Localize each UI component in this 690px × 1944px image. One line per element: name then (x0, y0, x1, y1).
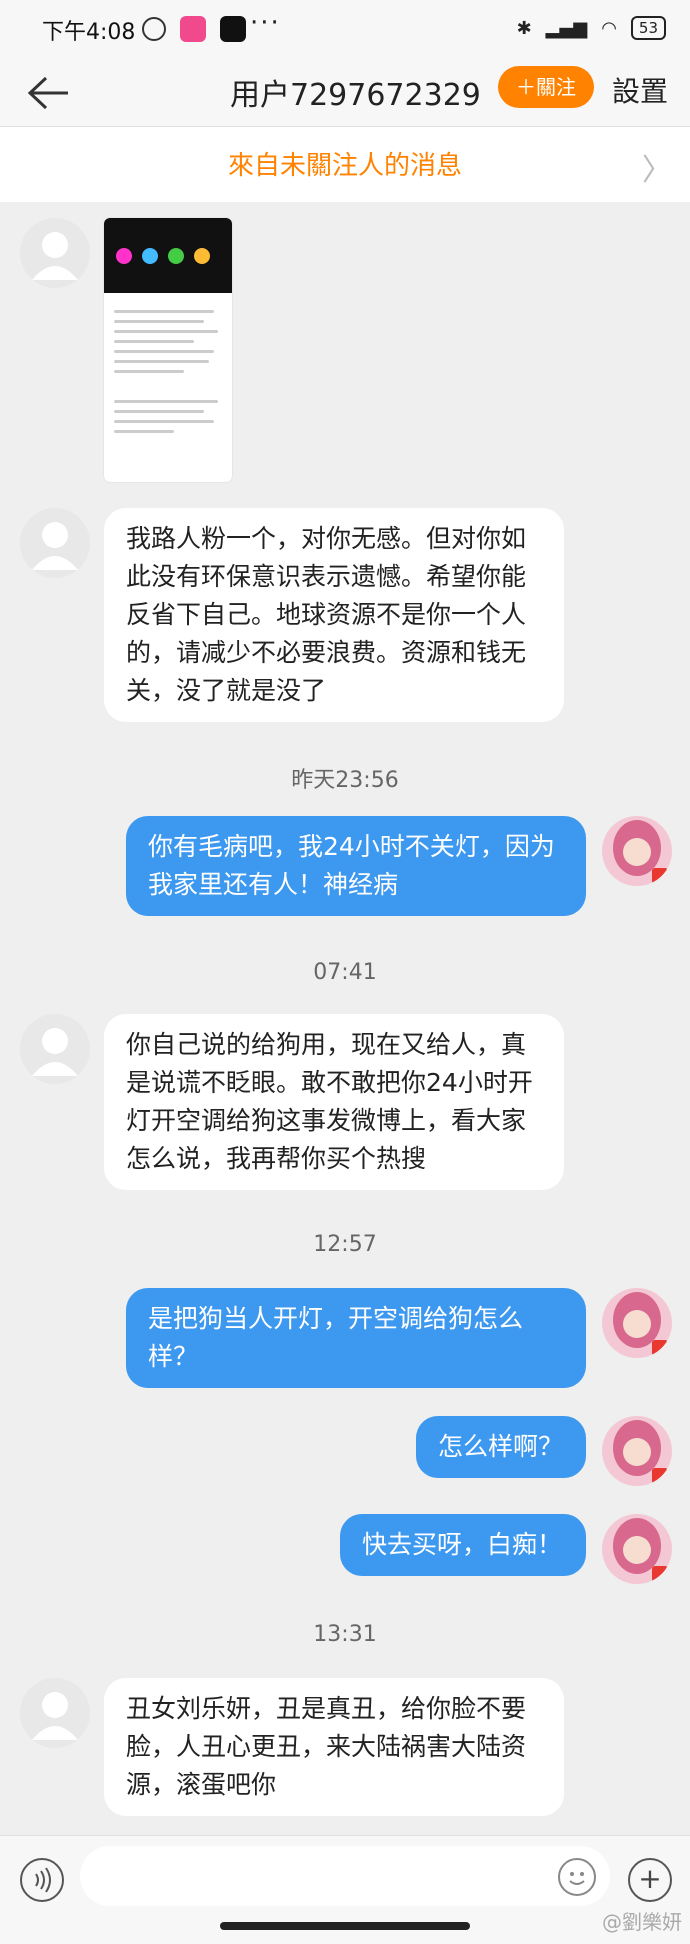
thumb-text-line (114, 340, 194, 343)
add-attachment-icon[interactable]: + (628, 1858, 672, 1902)
message-timestamp: 07:41 (313, 960, 377, 985)
thumb-text-line (114, 330, 218, 333)
sender-avatar[interactable] (20, 508, 90, 578)
status-time: 下午4:08 (42, 20, 136, 45)
more-notifications-icon: ··· (250, 8, 281, 38)
chevron-right-icon: 〉 (642, 153, 672, 188)
thumb-text-line (114, 410, 204, 413)
back-arrow-icon[interactable] (26, 76, 70, 114)
thumb-text-line (114, 360, 209, 363)
thumb-text-line (114, 320, 204, 323)
thumb-icon (168, 248, 184, 264)
sender-avatar[interactable] (20, 1678, 90, 1748)
bluetooth-icon: ✱ (516, 17, 532, 39)
status-bar: 下午4:08 ··· ✱ ▂▄▆ ◠ 53 (0, 0, 690, 60)
tiktok-icon (220, 16, 246, 42)
sender-avatar[interactable] (20, 218, 90, 288)
settings-button[interactable]: 設置 (612, 70, 668, 110)
thumb-icon (194, 248, 210, 264)
battery-indicator: 53 (630, 16, 666, 40)
emoji-icon[interactable] (558, 1858, 596, 1896)
follow-button[interactable]: ＋關注 (498, 66, 594, 108)
thumb-text-line (114, 420, 214, 423)
message-timestamp: 昨天23:56 (291, 768, 399, 793)
incoming-message[interactable]: 丑女刘乐妍，丑是真丑，给你脸不要脸，人丑心更丑，来大陆祸害大陆资源，滚蛋吧你 (104, 1678, 564, 1816)
thumb-icon (142, 248, 158, 264)
outgoing-message[interactable]: 怎么样啊？ (416, 1416, 586, 1478)
thumbnail-dark-header (104, 218, 232, 293)
image-message-thumbnail[interactable] (104, 218, 232, 482)
status-system-icons: ✱ ▂▄▆ ◠ 53 (517, 16, 666, 40)
alarm-icon (142, 17, 166, 41)
app-notification-icon (180, 16, 206, 42)
thumb-icon (116, 248, 132, 264)
message-timestamp: 12:57 (313, 1232, 377, 1257)
outgoing-message[interactable]: 是把狗当人开灯，开空调给狗怎么样？ (126, 1288, 586, 1388)
thumb-text-line (114, 310, 214, 313)
signal-icon: ▂▄▆ (545, 17, 588, 39)
message-timestamp: 13:31 (313, 1622, 377, 1647)
voice-input-icon[interactable] (20, 1858, 64, 1902)
wifi-icon: ◠ (601, 17, 617, 39)
my-avatar[interactable] (602, 1288, 672, 1358)
banner-text: 來自未關注人的消息 (227, 151, 462, 181)
thumb-text-line (114, 430, 174, 433)
my-avatar[interactable] (602, 816, 672, 886)
sender-avatar[interactable] (20, 1014, 90, 1084)
incoming-message[interactable]: 你自己说的给狗用，现在又给人，真是说谎不眨眼。敢不敢把你24小时开灯开空调给狗这… (104, 1014, 564, 1190)
incoming-message[interactable]: 我路人粉一个，对你无感。但对你如此没有环保意识表示遗憾。希望你能反省下自己。地球… (104, 508, 564, 722)
outgoing-message[interactable]: 快去买呀，白痴！ (340, 1514, 586, 1576)
thumb-text-line (114, 400, 218, 403)
watermark: @劉樂妍 (602, 1910, 682, 1934)
thumb-text-line (114, 350, 214, 353)
outgoing-message[interactable]: 你有毛病吧，我24小时不关灯，因为我家里还有人！神经病 (126, 816, 586, 916)
thumb-text-line (114, 370, 184, 373)
home-indicator[interactable] (220, 1922, 470, 1930)
top-nav-bar: 用户7297672329 ＋關注 設置 (0, 60, 690, 127)
my-avatar[interactable] (602, 1416, 672, 1486)
stranger-messages-banner[interactable]: 來自未關注人的消息 〉 (0, 127, 690, 202)
message-text-input[interactable] (80, 1846, 610, 1906)
conversation-title: 用户7297672329 (230, 78, 481, 113)
my-avatar[interactable] (602, 1514, 672, 1584)
status-app-icons (142, 16, 246, 42)
